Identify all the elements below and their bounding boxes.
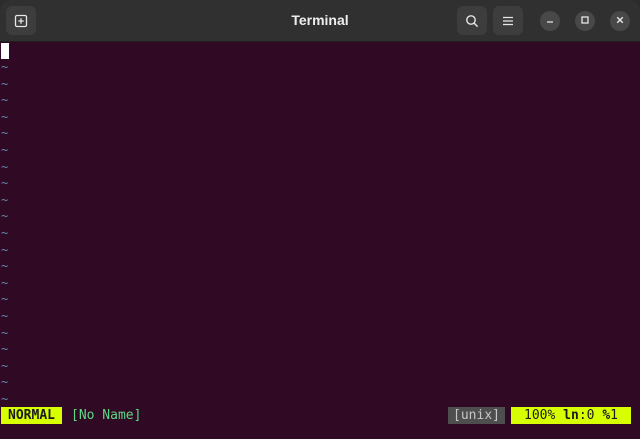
empty-line-tilde: ~ <box>1 309 9 323</box>
column-label: % <box>602 408 611 423</box>
empty-line-tilde: ~ <box>1 159 9 174</box>
command-line[interactable] <box>0 424 640 439</box>
empty-line-tilde: ~ <box>1 93 9 108</box>
buffer-name: [No Name] <box>71 408 142 423</box>
empty-line-tilde: ~ <box>1 192 9 207</box>
line-label: ln <box>563 408 579 423</box>
title-bar: Terminal <box>0 0 640 42</box>
line-number: :0 <box>578 408 595 423</box>
empty-line-tilde: ~ <box>1 126 9 141</box>
empty-line-tilde: ~ <box>1 143 9 157</box>
column-number: 1 <box>610 408 618 423</box>
terminal-window: Terminal ~ ~ ~ ~ ~ ~ ~ ~ ~ ~ ~ ~ ~ ~ ~ ~… <box>0 0 640 439</box>
empty-line-tilde: ~ <box>1 259 9 274</box>
empty-line-tilde: ~ <box>1 342 9 357</box>
empty-line-tilde: ~ <box>1 292 9 307</box>
new-tab-button[interactable] <box>6 6 36 35</box>
empty-line-tilde: ~ <box>1 109 9 124</box>
terminal-area[interactable]: ~ ~ ~ ~ ~ ~ ~ ~ ~ ~ ~ ~ ~ ~ ~ ~ ~ ~ ~ ~ ~ NORMAL [No Name] [… <box>0 42 640 439</box>
menu-button[interactable] <box>493 6 523 35</box>
empty-line-tilde: ~ <box>1 242 9 257</box>
empty-line-tilde: ~ <box>1 358 9 373</box>
empty-line-tilde: ~ <box>1 76 9 91</box>
empty-line-tilde: ~ <box>1 209 9 224</box>
minimize-button[interactable] <box>540 11 560 31</box>
search-button[interactable] <box>457 6 487 35</box>
status-line: NORMAL [No Name] [unix] 100% ln:0 %1 <box>0 407 640 424</box>
file-format: [unix] <box>448 407 505 424</box>
maximize-icon <box>580 12 590 30</box>
close-button[interactable] <box>610 11 630 31</box>
close-icon <box>615 12 625 30</box>
minimize-icon <box>545 12 555 30</box>
empty-line-tilde: ~ <box>1 176 9 191</box>
empty-line-tilde: ~ <box>1 375 9 390</box>
empty-line-tilde: ~ <box>1 226 9 240</box>
cursor-position: 100% ln:0 %1 <box>511 407 631 424</box>
percent-through-file: 100% <box>524 408 556 423</box>
new-tab-icon <box>14 14 28 28</box>
hamburger-menu-icon <box>502 15 514 27</box>
empty-line-tilde: ~ <box>1 325 9 340</box>
mode-indicator: NORMAL <box>1 407 62 424</box>
text-cursor <box>1 43 9 59</box>
empty-line-tilde: ~ <box>1 392 9 406</box>
empty-line-tilde: ~ <box>1 60 9 74</box>
search-icon <box>465 14 479 28</box>
empty-line-tilde: ~ <box>1 275 9 290</box>
maximize-button[interactable] <box>575 11 595 31</box>
